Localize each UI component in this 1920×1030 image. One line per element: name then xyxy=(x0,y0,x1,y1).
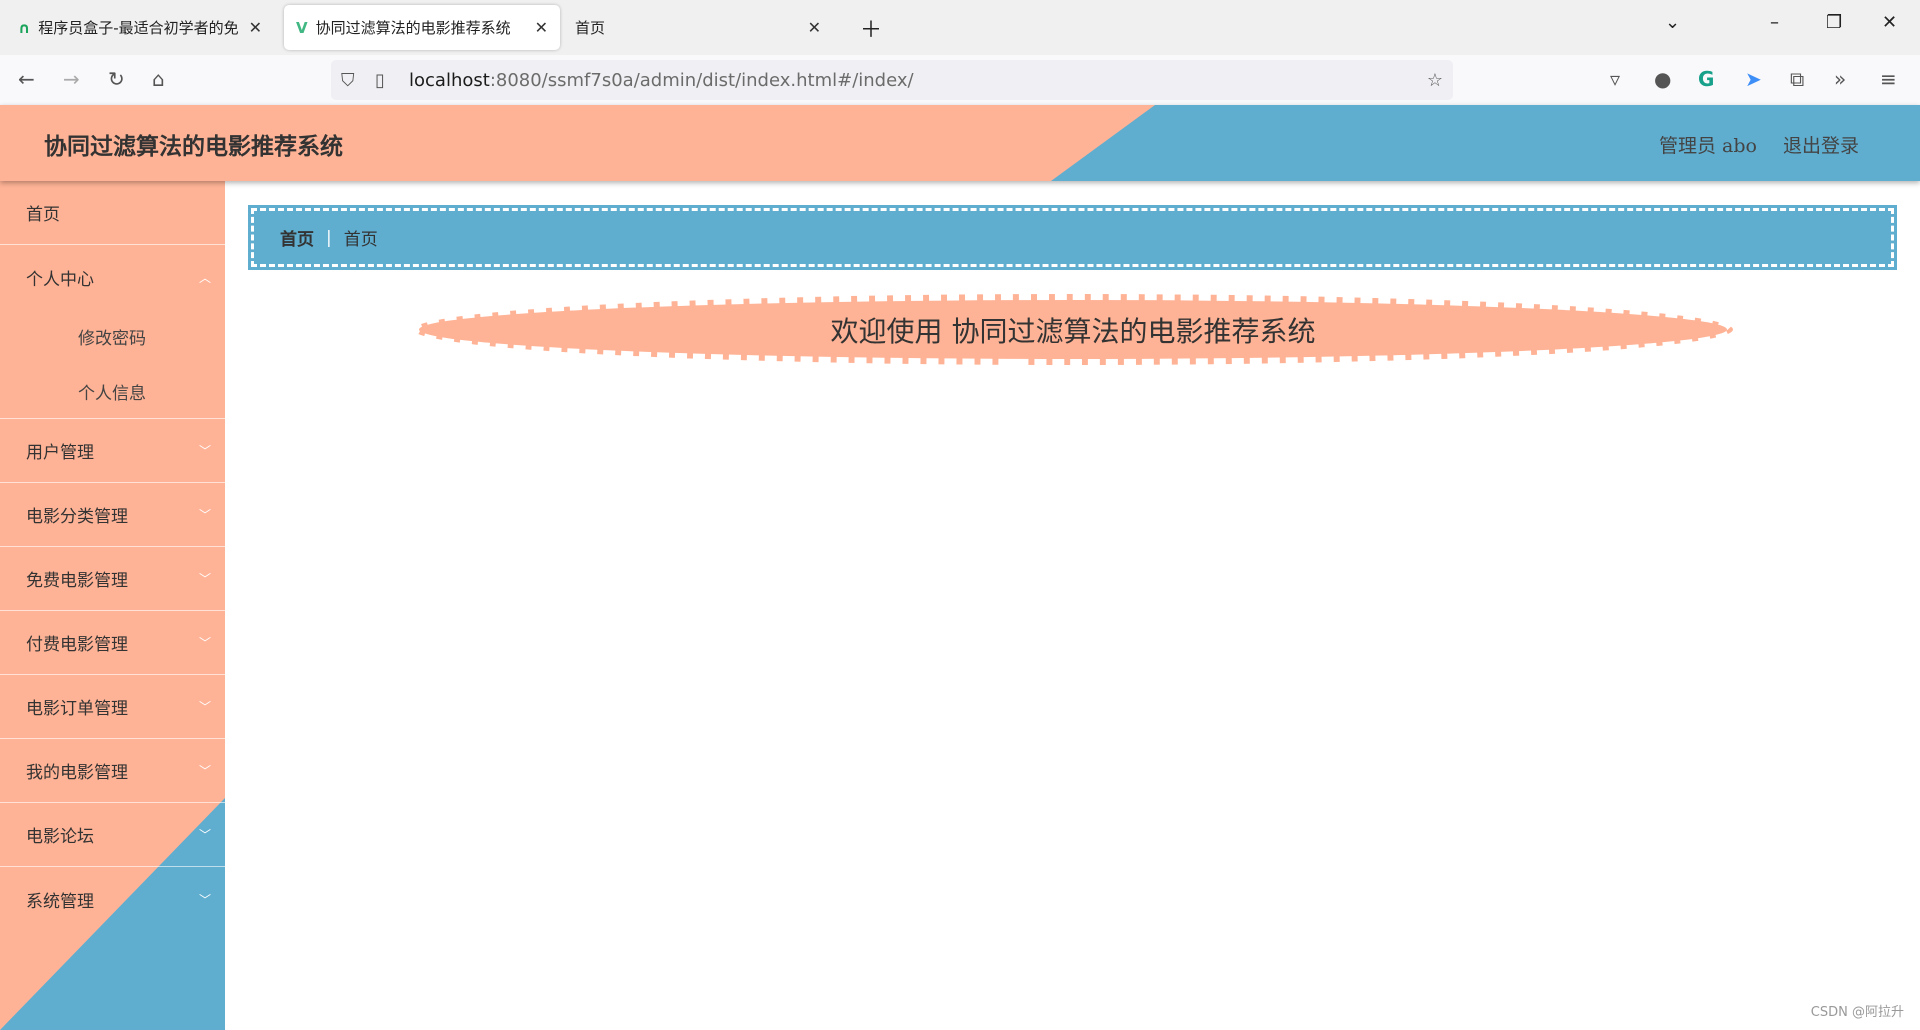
home-icon[interactable]: ⌂ xyxy=(152,67,165,91)
breadcrumb-item-current: 首页 xyxy=(343,230,378,250)
tab-favicon-icon: ∩ xyxy=(18,18,31,37)
sidebar-item-movie-orders[interactable]: 电影订单管理 ﹀ xyxy=(0,675,225,739)
chevron-down-icon: ﹀ xyxy=(198,700,211,714)
sidebar: 首页 个人中心 ︿ 修改密码 个人信息 用户管理 ﹀ 电影分类管理 ﹀ 免费电影管理 ﹀… xyxy=(0,181,225,1030)
sidebar-subitem-change-password[interactable]: 修改密码 xyxy=(0,309,225,364)
pocket-icon[interactable]: ▿ xyxy=(1610,67,1620,91)
shield-icon: ⛉ xyxy=(341,69,355,91)
page-icon: ▯ xyxy=(375,69,385,91)
breadcrumb: 首页 | 首页 xyxy=(248,205,1897,270)
sidebar-item-my-movies[interactable]: 我的电影管理 ﹀ xyxy=(0,739,225,803)
profile-avatar-icon[interactable]: ● xyxy=(1654,67,1671,91)
sidebar-subitem-personal-info[interactable]: 个人信息 xyxy=(0,364,225,419)
forward-icon[interactable]: → xyxy=(63,67,80,91)
close-tab-icon[interactable]: ✕ xyxy=(249,18,262,37)
reload-icon[interactable]: ↻ xyxy=(108,67,125,91)
app-title: 协同过滤算法的电影推荐系统 xyxy=(44,133,343,160)
more-tools-icon[interactable]: » xyxy=(1834,67,1846,91)
close-window-icon[interactable]: ✕ xyxy=(1882,12,1897,33)
browser-tab-bar: ∩ 程序员盒子-最适合初学者的免 ✕ V 协同过滤算法的电影推荐系统 ✕ 首页 ✕ ＋ ⌄… xyxy=(0,0,1920,55)
browser-tab-active[interactable]: V 协同过滤算法的电影推荐系统 ✕ xyxy=(284,5,560,50)
sidebar-item-system[interactable]: 系统管理 ﹀ xyxy=(0,867,225,931)
extensions-icon[interactable]: ⧉ xyxy=(1790,67,1804,91)
sidebar-item-user-management[interactable]: 用户管理 ﹀ xyxy=(0,419,225,483)
browser-toolbar: ← → ↻ ⌂ ⛉ ▯ localhost:8080/ssmf7s0a/admi… xyxy=(0,55,1920,105)
sidebar-item-free-movies[interactable]: 免费电影管理 ﹀ xyxy=(0,547,225,611)
vue-favicon-icon: V xyxy=(296,18,308,37)
breadcrumb-separator: | xyxy=(326,227,332,248)
app-header: 协同过滤算法的电影推荐系统 管理员 abo 退出登录 xyxy=(0,105,1920,181)
logout-button[interactable]: 退出登录 xyxy=(1783,131,1859,158)
sidebar-item-personal-center[interactable]: 个人中心 ︿ xyxy=(0,245,225,309)
back-icon[interactable]: ← xyxy=(18,67,35,91)
chevron-down-icon: ﹀ xyxy=(198,828,211,842)
sidebar-item-movie-category[interactable]: 电影分类管理 ﹀ xyxy=(0,483,225,547)
address-bar[interactable]: ⛉ ▯ localhost:8080/ssmf7s0a/admin/dist/i… xyxy=(331,60,1453,100)
chevron-down-icon: ﹀ xyxy=(198,572,211,586)
chevron-down-icon: ﹀ xyxy=(198,636,211,650)
chevron-down-icon: ﹀ xyxy=(198,764,211,778)
browser-tab[interactable]: ∩ 程序员盒子-最适合初学者的免 ✕ xyxy=(6,5,274,50)
grammarly-icon[interactable]: G xyxy=(1698,67,1714,91)
close-tab-icon[interactable]: ✕ xyxy=(808,18,821,37)
sidebar-item-forum[interactable]: 电影论坛 ﹀ xyxy=(0,803,225,867)
bookmark-star-icon[interactable]: ☆ xyxy=(1427,70,1443,91)
chevron-down-icon: ﹀ xyxy=(198,444,211,458)
chevron-down-icon: ﹀ xyxy=(198,892,211,907)
chevron-up-icon: ︿ xyxy=(198,270,211,285)
browser-tab[interactable]: 首页 ✕ xyxy=(563,5,833,50)
welcome-banner: 欢迎使用 协同过滤算法的电影推荐系统 xyxy=(413,294,1733,365)
restore-icon[interactable]: ❐ xyxy=(1826,12,1842,33)
menu-icon[interactable]: ≡ xyxy=(1880,67,1897,91)
cursor-extension-icon[interactable]: ➤ xyxy=(1745,67,1762,91)
breadcrumb-item[interactable]: 首页 xyxy=(280,225,314,250)
new-tab-icon[interactable]: ＋ xyxy=(860,12,882,44)
minimize-icon[interactable]: – xyxy=(1770,12,1779,33)
sidebar-item-paid-movies[interactable]: 付费电影管理 ﹀ xyxy=(0,611,225,675)
current-user: 管理员 abo xyxy=(1659,135,1757,157)
sidebar-item-home[interactable]: 首页 xyxy=(0,181,225,245)
close-tab-icon[interactable]: ✕ xyxy=(535,18,548,37)
chevron-down-icon: ﹀ xyxy=(198,508,211,522)
watermark: CSDN @阿拉升 xyxy=(1810,1005,1904,1020)
tab-list-icon[interactable]: ⌄ xyxy=(1665,12,1680,33)
